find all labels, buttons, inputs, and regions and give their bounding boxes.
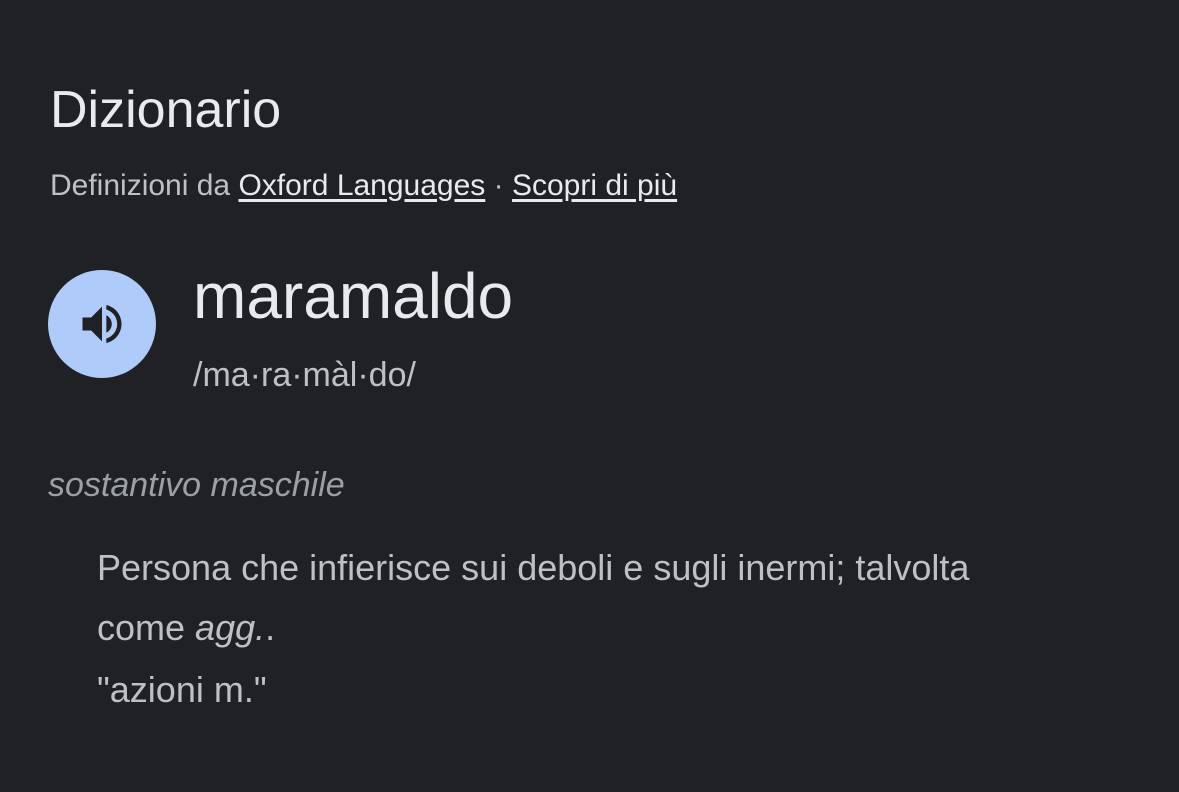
dictionary-card: Dizionario Definizioni da Oxford Languag… <box>0 0 1179 792</box>
definition-line-2-start: come <box>97 607 186 648</box>
source-separator: · <box>493 169 504 202</box>
definition-line-2: come agg.. <box>97 598 1147 658</box>
source-attribution: Definizioni da Oxford Languages · Scopri… <box>50 166 677 206</box>
definition-line-1: Persona che infierisce sui deboli e sugl… <box>97 547 970 588</box>
learn-more-link[interactable]: Scopri di più <box>512 169 677 202</box>
definition: Persona che infierisce sui deboli e sugl… <box>97 538 1147 658</box>
source-prefix: Definizioni da <box>50 169 231 202</box>
usage-example: "azioni m." <box>97 669 267 710</box>
pronunciation-audio-button[interactable] <box>48 270 156 378</box>
definition-line-2-end: . <box>265 607 276 648</box>
headword: maramaldo <box>193 260 514 332</box>
part-of-speech: sostantivo maschile <box>48 466 345 504</box>
definition-abbreviation: agg. <box>195 607 266 648</box>
speaker-icon <box>82 304 122 344</box>
oxford-languages-link[interactable]: Oxford Languages <box>238 169 485 202</box>
pronunciation: /ma·ra·màl·do/ <box>193 356 416 394</box>
section-title: Dizionario <box>50 81 282 139</box>
